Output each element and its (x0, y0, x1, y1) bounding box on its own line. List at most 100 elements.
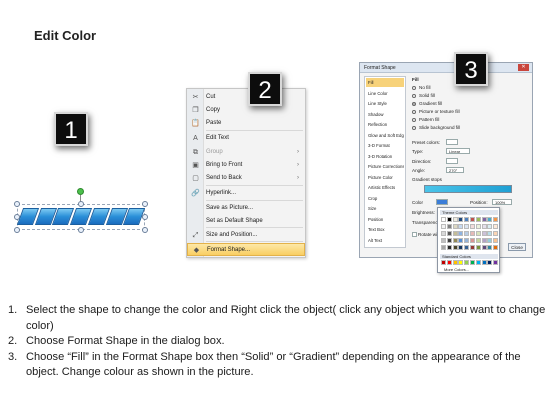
theme-color-swatch[interactable] (452, 224, 458, 229)
theme-color-swatch[interactable] (481, 238, 487, 243)
nav-item[interactable]: Position (366, 215, 404, 224)
menu-item-bring-to-front[interactable]: ▣ Bring to Front › (187, 159, 305, 172)
color-picker-button[interactable] (436, 199, 448, 205)
standard-color-swatch[interactable] (458, 260, 464, 265)
theme-color-swatch[interactable] (464, 224, 470, 229)
standard-color-swatch[interactable] (487, 260, 493, 265)
theme-color-swatch[interactable] (446, 245, 452, 250)
theme-color-swatch[interactable] (493, 217, 499, 222)
standard-color-swatch[interactable] (481, 260, 487, 265)
nav-item[interactable]: Alt Text (366, 236, 404, 245)
theme-color-swatch[interactable] (493, 238, 499, 243)
nav-item[interactable]: Line Color (366, 89, 404, 98)
theme-color-swatch[interactable] (470, 231, 475, 236)
theme-color-swatch[interactable] (487, 217, 493, 222)
theme-color-swatch[interactable] (487, 224, 493, 229)
fill-radio[interactable] (412, 126, 416, 130)
menu-item-hyperlink[interactable]: 🔗 Hyperlink... (187, 187, 305, 200)
gradient-stops-bar[interactable] (424, 185, 512, 193)
nav-item[interactable]: Glow and Soft Edges (366, 131, 404, 140)
standard-color-swatch[interactable] (441, 260, 446, 265)
theme-color-swatch[interactable] (470, 224, 475, 229)
theme-color-swatch[interactable] (441, 231, 446, 236)
theme-color-swatch[interactable] (452, 238, 458, 243)
theme-color-swatch[interactable] (458, 245, 464, 250)
menu-item-save-as-picture[interactable]: Save as Picture... (187, 202, 305, 215)
theme-color-swatch[interactable] (452, 217, 458, 222)
theme-color-swatch[interactable] (464, 245, 470, 250)
fill-radio[interactable] (412, 118, 416, 122)
resize-handle[interactable] (14, 214, 20, 220)
more-colors-link[interactable]: More Colors... (444, 267, 469, 272)
nav-item[interactable]: Fill (366, 78, 404, 87)
fill-radio[interactable] (412, 110, 416, 114)
theme-color-swatch[interactable] (441, 217, 446, 222)
menu-item-edit-text[interactable]: A Edit Text (187, 132, 305, 145)
nav-item[interactable]: 3-D Format (366, 141, 404, 150)
theme-color-swatch[interactable] (452, 231, 458, 236)
standard-color-swatch[interactable] (475, 260, 481, 265)
theme-color-swatch[interactable] (458, 224, 464, 229)
nav-item[interactable]: Picture Corrections (366, 162, 404, 171)
menu-item-group[interactable]: ⧉ Group › (187, 146, 305, 159)
theme-color-swatch[interactable] (446, 224, 452, 229)
resize-handle[interactable] (14, 201, 20, 207)
theme-color-swatch[interactable] (475, 217, 481, 222)
theme-color-swatch[interactable] (487, 245, 493, 250)
theme-color-swatch[interactable] (464, 231, 470, 236)
nav-item[interactable]: Size (366, 204, 404, 213)
resize-handle[interactable] (142, 214, 148, 220)
theme-color-swatch[interactable] (464, 238, 470, 243)
nav-item[interactable]: Picture Color (366, 173, 404, 182)
nav-item[interactable]: Shadow (366, 110, 404, 119)
direction-dropdown[interactable] (446, 158, 458, 164)
menu-item-format-shape[interactable]: ◆ Format Shape... (187, 243, 305, 256)
theme-color-swatch[interactable] (470, 238, 475, 243)
menu-item-copy[interactable]: ❐ Copy (187, 104, 305, 117)
standard-color-swatch[interactable] (446, 260, 452, 265)
theme-color-swatch[interactable] (470, 217, 475, 222)
nav-item[interactable]: 3-D Rotation (366, 152, 404, 161)
theme-color-swatch[interactable] (493, 231, 499, 236)
standard-color-swatch[interactable] (470, 260, 475, 265)
nav-item[interactable]: Reflection (366, 120, 404, 129)
theme-color-swatch[interactable] (446, 238, 452, 243)
close-icon[interactable]: ✕ (518, 64, 529, 71)
theme-color-swatch[interactable] (475, 238, 481, 243)
theme-color-swatch[interactable] (493, 245, 499, 250)
resize-handle[interactable] (14, 227, 20, 233)
theme-color-swatch[interactable] (475, 224, 481, 229)
theme-color-swatch[interactable] (493, 224, 499, 229)
nav-item[interactable]: Crop (366, 194, 404, 203)
resize-handle[interactable] (142, 201, 148, 207)
resize-handle[interactable] (78, 227, 84, 233)
theme-color-swatch[interactable] (441, 224, 446, 229)
theme-color-swatch[interactable] (458, 217, 464, 222)
standard-color-swatch[interactable] (464, 260, 470, 265)
theme-color-swatch[interactable] (481, 224, 487, 229)
nav-item[interactable]: Line Style (366, 99, 404, 108)
theme-color-swatch[interactable] (487, 238, 493, 243)
fill-radio[interactable] (412, 86, 416, 90)
preset-colors-dropdown[interactable] (446, 139, 458, 145)
theme-color-swatch[interactable] (452, 245, 458, 250)
theme-color-swatch[interactable] (441, 245, 446, 250)
fill-radio[interactable] (412, 94, 416, 98)
menu-item-cut[interactable]: ✂ Cut (187, 91, 305, 104)
standard-color-swatch[interactable] (452, 260, 458, 265)
theme-color-swatch[interactable] (475, 245, 481, 250)
theme-color-swatch[interactable] (481, 217, 487, 222)
resize-handle[interactable] (142, 227, 148, 233)
theme-color-swatch[interactable] (487, 231, 493, 236)
theme-color-swatch[interactable] (441, 238, 446, 243)
theme-color-swatch[interactable] (464, 217, 470, 222)
theme-color-swatch[interactable] (481, 245, 487, 250)
theme-color-swatch[interactable] (446, 217, 452, 222)
standard-color-swatch[interactable] (493, 260, 499, 265)
rotate-checkbox[interactable] (412, 232, 417, 237)
type-dropdown[interactable]: Linear (446, 148, 470, 154)
theme-color-swatch[interactable] (458, 238, 464, 243)
close-button[interactable]: Close (508, 243, 526, 251)
position-input[interactable]: 100% (492, 199, 512, 205)
rotation-handle[interactable] (77, 188, 84, 195)
